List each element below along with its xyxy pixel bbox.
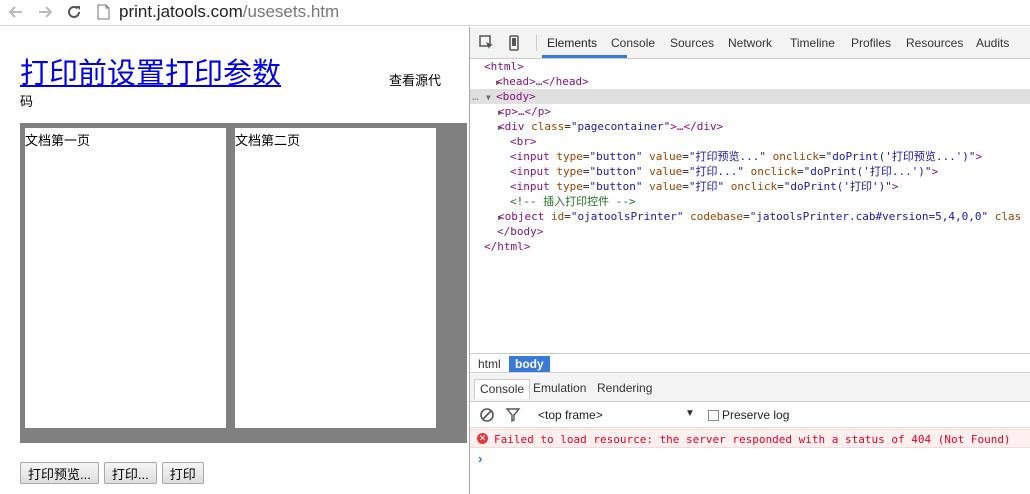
active-tab-indicator (542, 55, 627, 58)
expand-triangle-icon[interactable]: ▶ (470, 210, 503, 225)
filter-icon[interactable] (505, 407, 521, 423)
dom-node-p[interactable]: ▶<p>…</p> (470, 104, 1030, 119)
dom-node-div[interactable]: ▶<div class="pagecontainer">…</div> (470, 119, 1030, 134)
preserve-log-checkbox[interactable] (708, 409, 719, 421)
document-page-2: 文档第二页 (235, 128, 436, 428)
tab-elements[interactable]: Elements (547, 36, 597, 50)
page-viewport: 打印前设置打印参数 查看源代 码 文档第一页 文档第二页 打印预览... 打印.… (0, 27, 469, 494)
breadcrumb-body[interactable]: body (509, 356, 550, 372)
dom-node-html-close[interactable]: </html> (470, 239, 1030, 254)
device-mode-icon[interactable] (506, 35, 522, 51)
drawer-tabbar: Console Emulation Rendering (470, 374, 1030, 402)
url-path: /usesets.htm (242, 2, 340, 21)
drawer-tab-console[interactable]: Console (474, 379, 531, 399)
breadcrumb: html body (470, 353, 1030, 373)
reload-icon (68, 5, 80, 18)
console-error-message: ✕ Failed to load resource: the server re… (470, 429, 1030, 448)
tab-console[interactable]: Console (611, 36, 655, 50)
collapse-triangle-icon[interactable]: ▼ (486, 90, 496, 105)
expand-triangle-icon[interactable]: ▶ (470, 75, 501, 90)
console-toolbar: <top frame> ▼ Preserve log (470, 402, 1030, 428)
url-host: print.jatools.com (119, 2, 243, 21)
preserve-log-toggle[interactable]: Preserve log (708, 408, 789, 422)
dom-node-object[interactable]: ▶<object id="ojatoolsPrinter" codebase="… (470, 209, 1030, 224)
print-button[interactable]: 打印 (161, 462, 204, 484)
drawer-tab-emulation[interactable]: Emulation (528, 379, 591, 399)
ellipsis-icon: … (472, 90, 479, 103)
dom-node-body-selected[interactable]: … ▼ <body> (470, 89, 1030, 104)
tab-network[interactable]: Network (728, 36, 772, 50)
print-buttons: 打印预览... 打印... 打印 (20, 462, 204, 484)
inspect-icon[interactable] (479, 35, 495, 51)
tab-sources[interactable]: Sources (670, 36, 714, 50)
drawer-tab-rendering[interactable]: Rendering (592, 379, 657, 399)
preserve-log-label: Preserve log (722, 408, 790, 422)
reload-button[interactable] (64, 2, 84, 22)
tab-resources[interactable]: Resources (906, 36, 963, 50)
view-source-link-wrap[interactable]: 码 (20, 91, 33, 110)
browser-toolbar: print.jatools.com/usesets.htm (0, 0, 1030, 26)
print-preview-button[interactable]: 打印预览... (20, 462, 99, 484)
tab-audits[interactable]: Audits (976, 36, 1009, 50)
dom-node-input-preview[interactable]: <input type="button" value="打印预览..." onc… (470, 149, 1030, 164)
dom-node-input-print[interactable]: <input type="button" value="打印" onclick=… (470, 179, 1030, 194)
dom-node-comment[interactable]: <!-- 插入打印控件 --> (470, 194, 1030, 209)
view-source-link[interactable]: 查看源代 (389, 70, 441, 89)
forward-button[interactable] (35, 2, 55, 22)
dom-node-br[interactable]: <br> (470, 134, 1030, 149)
tab-timeline[interactable]: Timeline (790, 36, 835, 50)
breadcrumb-html[interactable]: html (472, 356, 507, 372)
clear-console-icon[interactable] (479, 407, 495, 423)
tab-profiles[interactable]: Profiles (851, 36, 891, 50)
devtools-tabbar: Elements Console Sources Network Timelin… (470, 27, 1030, 59)
devtools-panel: Elements Console Sources Network Timelin… (469, 27, 1030, 494)
dom-node-head[interactable]: ▶<head>…</head> (470, 74, 1030, 89)
print-dialog-button[interactable]: 打印... (103, 462, 157, 484)
expand-triangle-icon[interactable]: ▶ (470, 120, 503, 135)
frame-selector[interactable]: <top frame> (538, 408, 603, 422)
error-text: Failed to load resource: the server resp… (494, 433, 1011, 446)
page-icon (97, 4, 110, 20)
arrow-left-icon (8, 6, 22, 18)
document-page-1: 文档第一页 (25, 128, 226, 428)
page-2-label: 文档第二页 (235, 133, 301, 148)
dom-node-body-close[interactable]: </body> (470, 224, 1030, 239)
address-bar[interactable]: print.jatools.com/usesets.htm (119, 2, 339, 22)
console-prompt-icon[interactable]: › (478, 451, 482, 466)
dropdown-arrow-icon[interactable]: ▼ (685, 408, 695, 419)
dom-node-html[interactable]: <html> (470, 59, 1030, 74)
dom-node-input-print-dialog[interactable]: <input type="button" value="打印..." oncli… (470, 164, 1030, 179)
toolbar-divider (536, 35, 537, 51)
back-button[interactable] (6, 2, 26, 22)
arrow-right-icon (39, 6, 53, 18)
page-container: 文档第一页 文档第二页 (20, 123, 467, 443)
page-title[interactable]: 打印前设置打印参数 (20, 50, 281, 92)
error-icon: ✕ (477, 433, 488, 444)
elements-tree: <html> ▶<head>…</head> … ▼ <body> ▶<p>…</p… (470, 59, 1030, 353)
expand-triangle-icon[interactable]: ▶ (470, 105, 503, 120)
page-1-label: 文档第一页 (25, 133, 91, 148)
